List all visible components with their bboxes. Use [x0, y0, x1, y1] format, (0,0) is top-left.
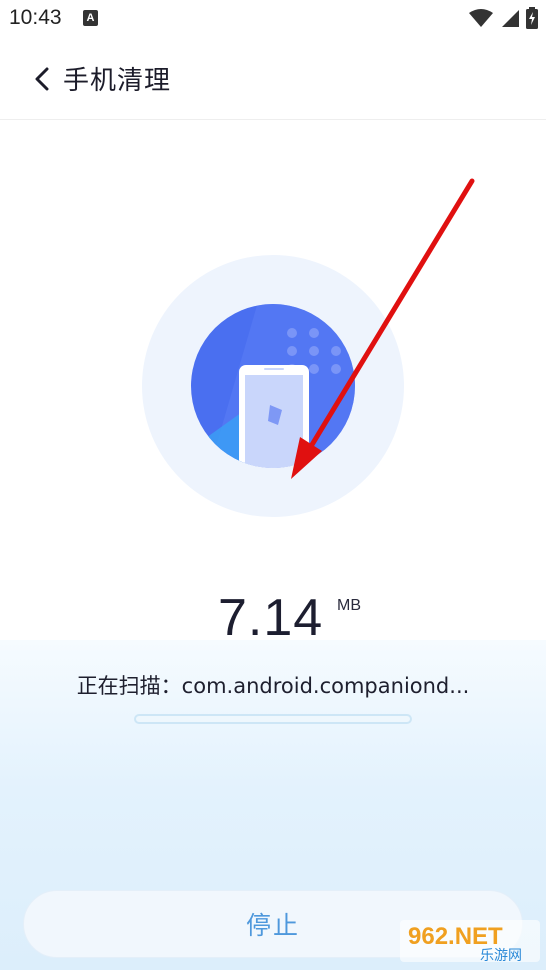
scan-illustration: [142, 255, 404, 517]
scanned-size-unit: MB: [337, 597, 361, 614]
status-time: 10:43: [9, 6, 62, 29]
phone-clean-icon: [142, 255, 404, 517]
watermark-logo: 962.NET 乐游网: [400, 916, 540, 964]
header: 手机清理: [0, 38, 546, 120]
signal-icon: [502, 10, 519, 27]
back-button[interactable]: [28, 62, 56, 96]
page-title: 手机清理: [63, 66, 172, 96]
app-notification-icon: A: [83, 10, 98, 26]
status-icons: [468, 7, 538, 29]
status-bar: 10:43 A: [0, 0, 546, 38]
wifi-icon: [469, 9, 493, 27]
battery-charging-icon: [526, 7, 538, 29]
scan-progress-bar: [134, 714, 412, 724]
scanned-size-value: 7.14: [218, 589, 324, 647]
scan-status-text: 正在扫描：com.android.companiond...: [76, 674, 470, 698]
chevron-left-icon: [35, 67, 49, 91]
watermark-sub: 乐游网: [480, 948, 522, 964]
watermark-main: 962.NET: [408, 923, 503, 950]
